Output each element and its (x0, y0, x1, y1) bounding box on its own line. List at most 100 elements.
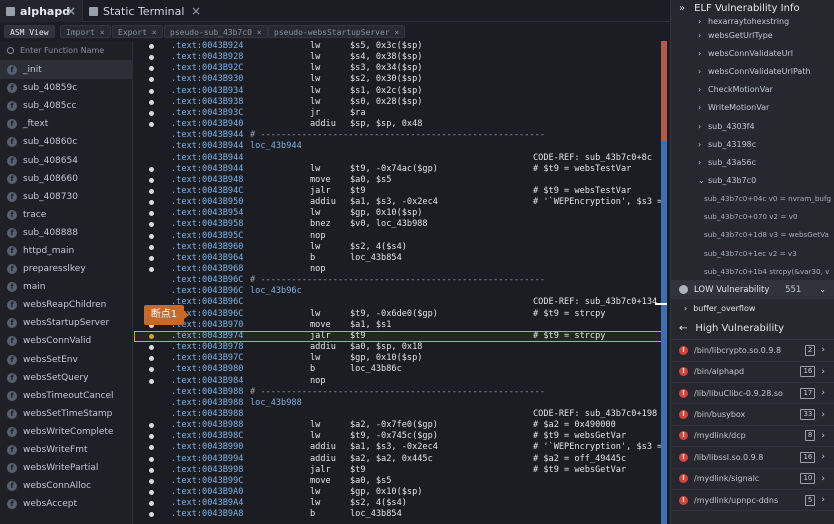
breakpoint-slot[interactable] (149, 44, 154, 49)
high-vulnerability-item[interactable]: ! /mydlink/signalc 10 › (671, 469, 834, 490)
high-vulnerability-item[interactable]: ! /mydlink/upnpc-ddns 5 › (671, 490, 834, 512)
asm-line[interactable]: .text:0043B970 move $a1, $s1 (134, 320, 662, 331)
function-list-item[interactable]: f sub_4085cc (0, 97, 132, 115)
chevron-right-icon[interactable]: › (821, 388, 825, 398)
asm-line[interactable]: .text:0043B94C jalr $t9 # $t9 = websTestVar (134, 186, 662, 197)
tree-item[interactable]: › websConnValidateUrlPath (671, 62, 834, 80)
asm-line[interactable]: .text:0043B9A8 b loc_43b854 (134, 509, 662, 520)
breakpoint-slot[interactable] (149, 255, 154, 261)
asm-line[interactable]: .text:0043B938 lw $s0, 0x28($sp) (134, 97, 662, 108)
high-vulnerability-item[interactable]: ! /bin/busybox 33 › (671, 404, 834, 426)
high-vulnerability-header[interactable]: ← High Vulnerability (671, 317, 834, 341)
asm-line[interactable]: .text:0043B944 loc_43b944 (134, 141, 662, 152)
asm-line[interactable]: .text:0043B940 addiu $sp, $sp, 0x48 (134, 119, 662, 130)
asm-line[interactable]: .text:0043B988 # ------------------------… (134, 387, 662, 398)
asm-line[interactable]: .text:0043B924 lw $s5, 0x3c($sp) (134, 41, 662, 52)
function-list-item[interactable]: f sub_408660 (0, 170, 132, 188)
asm-line[interactable]: .text:0043B988 CODE-REF: sub_43b7c0+198 (134, 409, 662, 420)
tree-item[interactable]: › sub_43a56c (671, 153, 834, 171)
tab-asm-view[interactable]: ASM View (4, 25, 55, 38)
function-list-item[interactable]: f main (0, 278, 132, 296)
breakpoint-slot[interactable] (149, 211, 154, 217)
function-list-item[interactable]: f sub_408654 (0, 151, 132, 169)
chevron-right-icon[interactable]: › (821, 495, 825, 505)
chevron-right-icon[interactable]: › (821, 345, 825, 355)
breakpoint-slot[interactable] (149, 356, 154, 362)
function-list-item[interactable]: f websConnAlloc (0, 477, 132, 495)
high-vulnerability-item[interactable]: ! /lib/libssl.so.0.9.8 16 › (671, 447, 834, 469)
function-list-item[interactable]: f preparesslkey (0, 260, 132, 278)
chevron-right-icon[interactable]: › (821, 474, 825, 484)
chevron-right-icon[interactable]: › (821, 431, 825, 441)
function-list-item[interactable]: f websWritePartial (0, 459, 132, 477)
asm-line[interactable]: .text:0043B95C nop (134, 231, 662, 242)
breakpoint-slot[interactable] (149, 244, 154, 250)
breakpoint-slot[interactable] (149, 367, 154, 373)
asm-line[interactable]: .text:0043B9A4 lw $s2, 4($s4) (134, 498, 662, 509)
high-vulnerability-item[interactable]: ! /lib/libuClibc-0.9.28.so 17 › (671, 383, 834, 405)
asm-line[interactable]: .text:0043B954 lw $gp, 0x10($sp) (134, 208, 662, 219)
double-chevron-icon[interactable]: » (679, 3, 685, 14)
asm-line[interactable]: .text:0043B980 b loc_43b86c (134, 364, 662, 375)
function-list-item[interactable]: f websSetTimeStamp (0, 405, 132, 423)
close-icon[interactable]: × (66, 4, 76, 18)
tree-leaf[interactable]: sub_43b7c0+070 v2 = v0 (671, 208, 834, 226)
breakpoint-slot[interactable] (149, 222, 154, 228)
asm-line[interactable]: .text:0043B930 lw $s2, 0x30($sp) (134, 74, 662, 85)
asm-line[interactable]: .text:0043B984 nop (134, 376, 662, 387)
function-list-item[interactable]: f websReapChildren (0, 296, 132, 314)
function-list-item[interactable]: f sub_40860c (0, 133, 132, 151)
function-list-item[interactable]: f _init (0, 61, 132, 80)
asm-line[interactable]: .text:0043B958 bnez $v0, loc_43b988 (134, 219, 662, 230)
low-vulnerability-header[interactable]: LOW Vulnerability 551 ⌄ (671, 280, 834, 300)
function-list-item[interactable]: f websConnValid (0, 332, 132, 350)
asm-line[interactable]: .text:0043B950 addiu $a1, $s3, -0x2ec4 # '`… (134, 197, 662, 208)
asm-line[interactable]: .text:0043B960 lw $s2, 4($s4) (134, 242, 662, 253)
breakpoint-slot[interactable] (149, 177, 154, 183)
asm-line[interactable]: .text:0043B994 addiu $a2, $a2, 0x445c # $a2… (134, 454, 662, 465)
function-list-item[interactable]: f sub_408888 (0, 224, 132, 242)
breakpoint-slot[interactable] (149, 110, 154, 116)
tree-leaf[interactable]: sub_43b7c0+1ec v2 = v3 (671, 244, 834, 262)
breakpoint-slot[interactable] (149, 99, 154, 105)
breakpoint-marker[interactable] (149, 333, 154, 339)
tree-item[interactable]: › CheckMotionVar (671, 81, 834, 99)
tree-item[interactable]: › sub_4303f4 (671, 117, 834, 135)
function-list-item[interactable]: f websWriteComplete (0, 423, 132, 441)
tree-item[interactable]: ⌄ sub_43b7c0 (671, 172, 834, 190)
asm-line[interactable]: .text:0043B93C jr $ra (134, 108, 662, 119)
breakpoint-slot[interactable] (149, 445, 154, 451)
breakpoint-slot[interactable] (149, 122, 154, 128)
asm-line[interactable]: .text:0043B97C lw $gp, 0x10($sp) (134, 353, 662, 364)
breakpoint-slot[interactable] (149, 188, 154, 194)
breakpoint-slot[interactable] (149, 501, 154, 507)
function-list-item[interactable]: f _ftext (0, 115, 132, 133)
breakpoint-slot[interactable] (149, 267, 154, 272)
breakpoint-slot[interactable] (149, 478, 154, 484)
breakpoint-slot[interactable] (149, 456, 154, 462)
breakpoint-label[interactable]: 断点1 (144, 305, 189, 325)
tree-item[interactable]: › websGetUrlType (671, 26, 834, 44)
function-list-item[interactable]: f websAccept (0, 495, 132, 513)
breakpoint-slot[interactable] (149, 423, 154, 429)
asm-line[interactable]: .text:0043B990 addiu $a1, $s3, -0x2ec4 # '`… (134, 442, 662, 453)
breakpoint-slot[interactable] (149, 166, 154, 172)
asm-line[interactable]: .text:0043B944 CODE-REF: sub_43b7c0+8c (134, 153, 662, 164)
function-list-item[interactable]: f websStartupServer (0, 314, 132, 332)
asm-line[interactable]: .text:0043B944 lw $t9, -0x74ac($gp) # $t9 =… (134, 164, 662, 175)
tree-leaf[interactable]: sub_43b7c0+1d8 v3 = websGetVa (671, 226, 834, 244)
function-list-item[interactable]: f sub_40859c (0, 79, 132, 97)
chevron-right-icon[interactable]: › (821, 367, 825, 377)
chevron-right-icon[interactable]: › (821, 452, 825, 462)
asm-line[interactable]: .text:0043B96C # ------------------------… (134, 275, 662, 286)
asm-line[interactable]: .text:0043B92C lw $s3, 0x34($sp) (134, 63, 662, 74)
breakpoint-slot[interactable] (149, 434, 154, 440)
breakpoint-slot[interactable] (149, 378, 154, 384)
high-vulnerability-item[interactable]: ! /bin/libcrypto.so.0.9.8 2 › (671, 340, 834, 362)
tab-static-terminal[interactable]: Static Terminal × (82, 0, 207, 22)
function-list-item[interactable]: f trace (0, 206, 132, 224)
tree-item[interactable]: › WriteMotionVar (671, 99, 834, 117)
function-list-item[interactable]: f httpd_main (0, 242, 132, 260)
function-list-item[interactable]: f websTimeoutCancel (0, 387, 132, 405)
breakpoint-slot[interactable] (149, 233, 154, 239)
